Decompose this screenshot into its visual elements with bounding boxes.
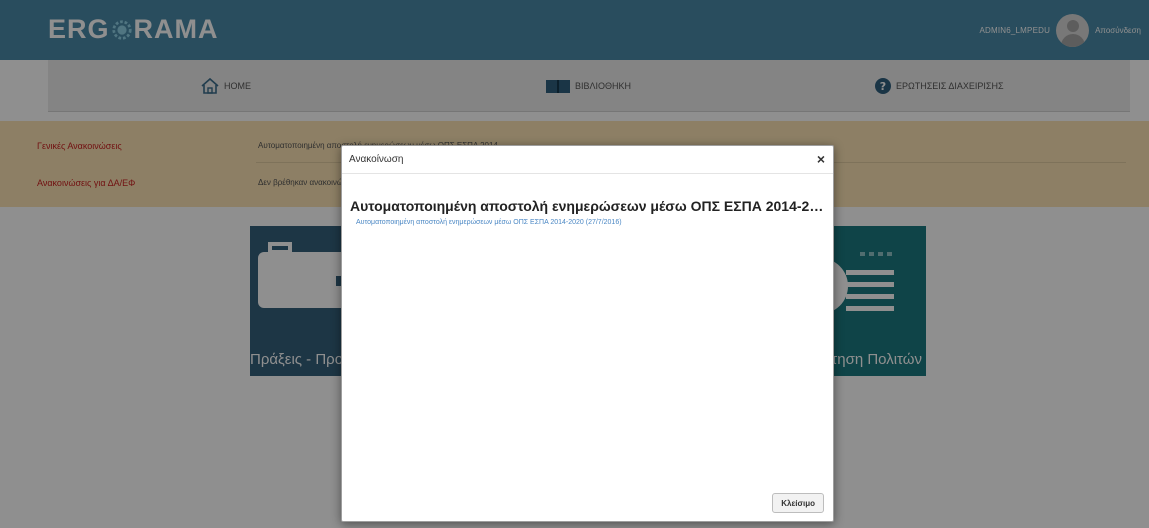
modal-header: Ανακοίνωση × — [342, 146, 833, 174]
close-button[interactable]: Κλείσιμο — [772, 493, 824, 513]
modal-heading: Αυτοματοποιημένη αποστολή ενημερώσεων μέ… — [350, 198, 825, 214]
announcement-modal: Ανακοίνωση × Αυτοματοποιημένη αποστολή ε… — [341, 145, 834, 522]
modal-title: Ανακοίνωση — [349, 154, 404, 165]
announcement-link[interactable]: Αυτοματοποιημένη αποστολή ενημερώσεων μέ… — [356, 219, 622, 226]
close-icon[interactable]: × — [817, 152, 825, 166]
